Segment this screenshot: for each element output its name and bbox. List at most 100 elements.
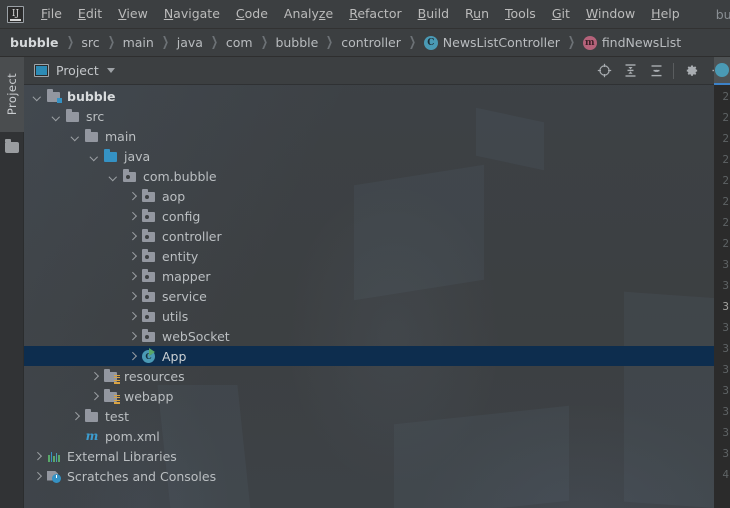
module-folder-icon: [46, 89, 62, 104]
tree-node-label: service: [162, 288, 207, 304]
tree-node[interactable]: com.bubble: [24, 166, 730, 186]
tree-node[interactable]: bubble: [24, 86, 730, 106]
tree-node[interactable]: config: [24, 206, 730, 226]
tree-node[interactable]: mapper: [24, 266, 730, 286]
breadcrumb-item-bubble[interactable]: bubble: [10, 35, 59, 50]
resources-root-icon: [103, 369, 120, 384]
chevron-right-icon[interactable]: [127, 351, 138, 362]
tree-node[interactable]: resources: [24, 366, 730, 386]
breadcrumb-item-com[interactable]: com: [226, 35, 253, 50]
editor-tab-strip[interactable]: [714, 57, 730, 85]
chevron-down-icon[interactable]: [32, 91, 43, 102]
breadcrumb-item-newslistcontroller[interactable]: C NewsListController: [423, 35, 560, 50]
tree-node-label: pom.xml: [105, 428, 160, 444]
editor-area-sliver: 2 2 2 2 2 2 2 2 3 3 3 3 3 3 3 3 3 3 4: [714, 57, 730, 508]
breadcrumb-separator: ❯: [567, 35, 575, 50]
project-tree-panel[interactable]: bubble src main java com.bubble aop config cont…: [24, 85, 730, 508]
menu-item-git[interactable]: Git: [544, 3, 578, 25]
tree-node[interactable]: m pom.xml: [24, 426, 730, 446]
tree-node-label: java: [124, 148, 151, 164]
menu-item-edit[interactable]: Edit: [70, 3, 110, 25]
chevron-down-icon[interactable]: [51, 111, 62, 122]
chevron-right-icon[interactable]: [127, 291, 138, 302]
tree-node[interactable]: aop: [24, 186, 730, 206]
chevron-right-icon[interactable]: [127, 191, 138, 202]
package-icon: [141, 249, 157, 264]
chevron-right-icon[interactable]: [127, 271, 138, 282]
breadcrumb-item-findnewslist[interactable]: m findNewsList: [582, 35, 681, 50]
collapse-all-icon[interactable]: [643, 58, 669, 84]
line-number: 3: [722, 384, 729, 397]
horizontal-scrollbar[interactable]: [48, 504, 730, 508]
chevron-right-icon[interactable]: [32, 471, 43, 482]
chevron-right-icon[interactable]: [89, 371, 100, 382]
tree-node-label: External Libraries: [67, 448, 177, 464]
tree-node[interactable]: C App: [24, 346, 714, 366]
tree-node-label: resources: [124, 368, 185, 384]
runnable-class-icon: C: [141, 347, 157, 364]
breadcrumb-item-controller[interactable]: controller: [341, 35, 401, 50]
tree-node[interactable]: java: [24, 146, 730, 166]
tree-node[interactable]: Scratches and Consoles: [24, 466, 730, 486]
chevron-down-icon[interactable]: [108, 171, 119, 182]
project-view-icon: [34, 64, 49, 77]
chevron-right-icon[interactable]: [127, 231, 138, 242]
chevron-right-icon[interactable]: [70, 411, 81, 422]
breadcrumb-separator: ❯: [326, 35, 334, 50]
breadcrumb-item-src[interactable]: src: [81, 35, 99, 50]
chevron-right-icon[interactable]: [127, 251, 138, 262]
menu-item-help[interactable]: Help: [643, 3, 688, 25]
settings-gear-icon[interactable]: [678, 58, 704, 84]
menu-item-run[interactable]: Run: [457, 3, 497, 25]
line-number: 3: [722, 405, 729, 418]
locate-target-icon[interactable]: [591, 58, 617, 84]
breadcrumb-item-main[interactable]: main: [123, 35, 154, 50]
tree-node[interactable]: External Libraries: [24, 446, 730, 466]
tree-node[interactable]: controller: [24, 226, 730, 246]
tree-node[interactable]: utils: [24, 306, 730, 326]
chevron-right-icon[interactable]: [89, 391, 100, 402]
chevron-right-icon[interactable]: [127, 211, 138, 222]
tree-node[interactable]: webSocket: [24, 326, 730, 346]
active-tab-underline: [714, 82, 730, 85]
line-number: 3: [722, 426, 729, 439]
tool-window-actions: [591, 57, 730, 85]
chevron-down-icon[interactable]: [106, 68, 115, 73]
chevron-down-icon[interactable]: [89, 151, 100, 162]
project-tree[interactable]: bubble src main java com.bubble aop config cont…: [24, 85, 730, 508]
chevron-right-icon[interactable]: [127, 331, 138, 342]
navigation-breadcrumb-bar: bubble ❯ src ❯ main ❯ java ❯ com ❯ bubble ❯ controll…: [0, 29, 730, 57]
menu-item-tools[interactable]: Tools: [497, 3, 544, 25]
sidebar-item-project[interactable]: Project: [0, 57, 24, 132]
expand-all-icon[interactable]: [617, 58, 643, 84]
line-number: 3: [722, 279, 729, 292]
menu-item-refactor[interactable]: Refactor: [341, 3, 409, 25]
breadcrumb-item-bubble[interactable]: bubble: [275, 35, 318, 50]
tree-node-label: aop: [162, 188, 186, 204]
package-icon: [141, 209, 157, 224]
menu-item-code[interactable]: Code: [228, 3, 276, 25]
tree-node[interactable]: src: [24, 106, 730, 126]
menu-item-window[interactable]: Window: [578, 3, 643, 25]
line-number: 2: [722, 132, 729, 145]
menu-item-analyze[interactable]: Analyze: [276, 3, 341, 25]
breadcrumb-item-java[interactable]: java: [177, 35, 203, 50]
tree-node[interactable]: webapp: [24, 386, 730, 406]
menu-item-file[interactable]: File: [33, 3, 70, 25]
folder-icon[interactable]: [5, 139, 19, 153]
libraries-icon: [46, 449, 62, 464]
chevron-right-icon[interactable]: [32, 451, 43, 462]
breadcrumb-separator: ❯: [161, 35, 169, 50]
menu-item-view[interactable]: View: [110, 3, 156, 25]
tree-node[interactable]: test: [24, 406, 730, 426]
chevron-down-icon[interactable]: [70, 131, 81, 142]
tree-node[interactable]: entity: [24, 246, 730, 266]
tree-node-label: com.bubble: [143, 168, 217, 184]
breadcrumb-label: NewsListController: [442, 35, 560, 50]
method-icon: m: [582, 35, 597, 50]
menu-item-build[interactable]: Build: [410, 3, 457, 25]
tree-node[interactable]: main: [24, 126, 730, 146]
tree-node[interactable]: service: [24, 286, 730, 306]
menu-item-navigate[interactable]: Navigate: [156, 3, 228, 25]
chevron-right-icon[interactable]: [127, 311, 138, 322]
